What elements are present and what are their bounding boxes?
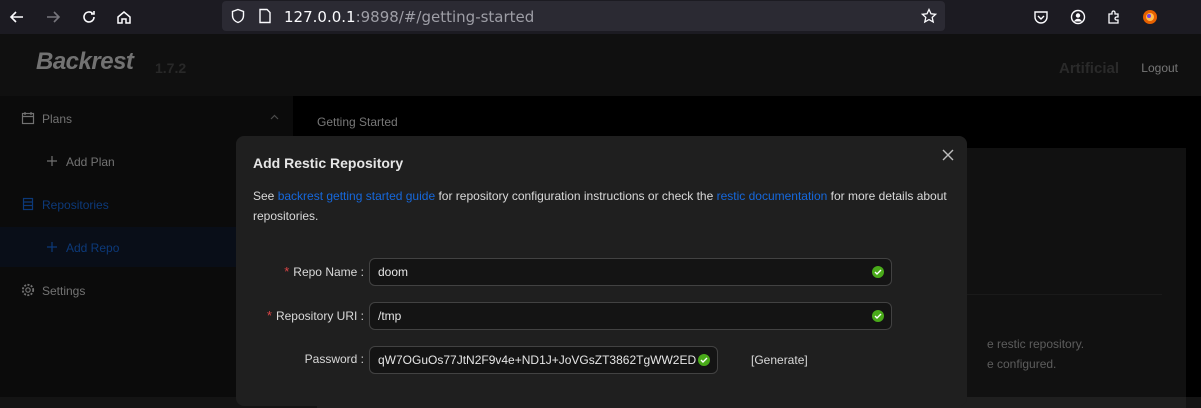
getting-started-guide-link[interactable]: backrest getting started guide — [278, 189, 435, 203]
firefox-icon[interactable] — [1138, 5, 1162, 29]
password-input[interactable]: qW7OGuOs77JtN2F9v4e+ND1J+JoVGsZT3862TgWW… — [369, 346, 718, 374]
page-icon — [253, 4, 277, 28]
shield-icon[interactable] — [226, 4, 250, 28]
url-path: :9898/#/getting-started — [355, 8, 535, 26]
desc-text: for repository configuration instruction… — [435, 189, 717, 203]
repo-name-input[interactable]: doom — [369, 258, 892, 286]
url-host: 127.0.0.1 — [284, 8, 356, 26]
account-icon[interactable] — [1066, 5, 1090, 29]
input-value: doom — [378, 265, 409, 279]
extensions-icon[interactable] — [1102, 5, 1126, 29]
url-bar[interactable]: 127.0.0.1:9898/#/getting-started — [222, 1, 945, 31]
back-arrow-icon[interactable] — [5, 5, 29, 29]
bookmark-star-icon[interactable] — [917, 4, 941, 28]
forward-arrow-icon[interactable] — [41, 5, 65, 29]
add-repo-modal: Add Restic Repository See backrest getti… — [236, 136, 967, 406]
pocket-icon[interactable] — [1029, 5, 1053, 29]
repo-uri-label: * Repository URI : — [266, 308, 364, 323]
repo-uri-input[interactable]: /tmp — [369, 302, 892, 330]
field-label-text: Repo Name — [293, 265, 358, 279]
input-value: qW7OGuOs77JtN2F9v4e+ND1J+JoVGsZT3862TgWW… — [378, 353, 697, 367]
modal-title: Add Restic Repository — [253, 155, 404, 171]
close-icon[interactable] — [941, 148, 955, 162]
generate-password-button[interactable]: [Generate] — [751, 353, 808, 367]
check-circle-icon — [872, 266, 884, 278]
desc-text: See — [253, 189, 278, 203]
required-marker: * — [266, 308, 272, 323]
reload-icon[interactable] — [77, 5, 101, 29]
field-label-text: Repository URI — [275, 309, 358, 323]
url-text: 127.0.0.1:9898/#/getting-started — [284, 8, 534, 26]
modal-description: See backrest getting started guide for r… — [253, 186, 953, 226]
repo-name-label: * Repo Name : — [284, 264, 364, 279]
check-circle-icon — [698, 354, 710, 366]
check-circle-icon — [872, 310, 884, 322]
field-label-text: Password — [304, 352, 358, 366]
restic-docs-link[interactable]: restic documentation — [717, 189, 828, 203]
input-value: /tmp — [378, 309, 402, 323]
browser-toolbar: 127.0.0.1:9898/#/getting-started — [0, 0, 1201, 34]
required-marker: * — [284, 264, 290, 279]
password-label: Password : — [304, 352, 364, 366]
home-icon[interactable] — [112, 5, 136, 29]
